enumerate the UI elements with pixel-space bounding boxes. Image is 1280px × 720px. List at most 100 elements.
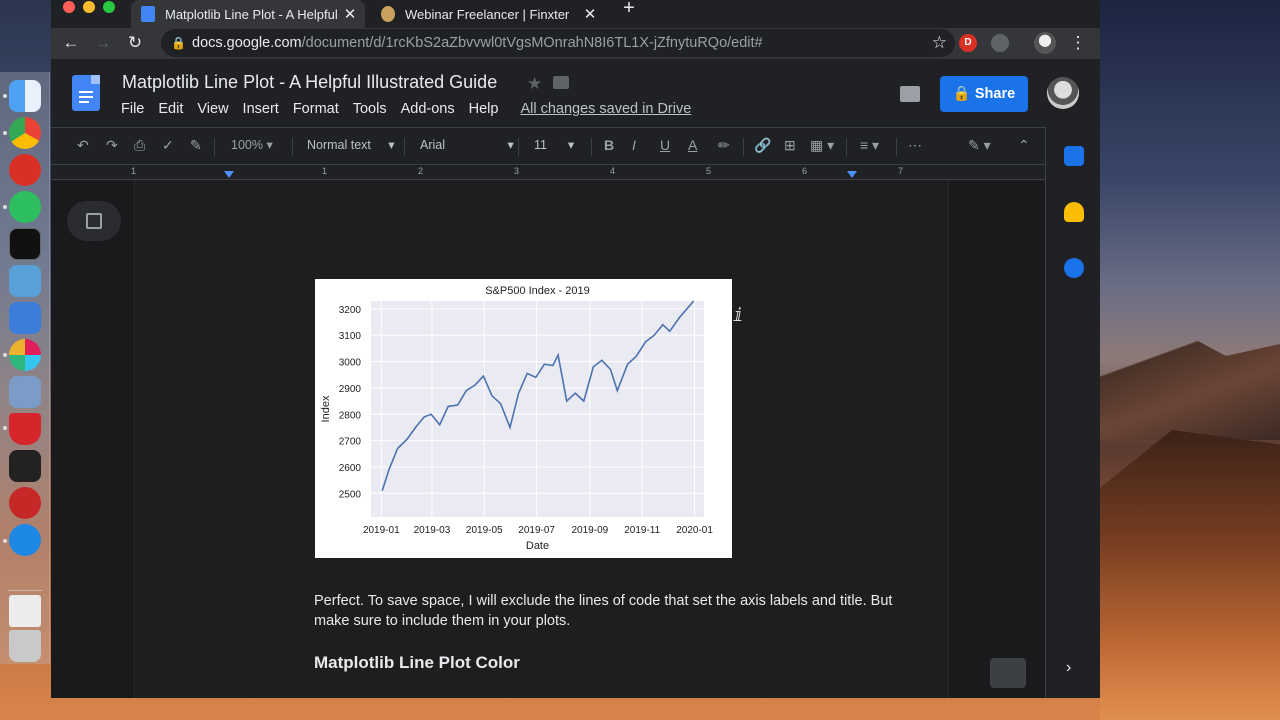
- browser-toolbar: ← → ↻ 🔒 docs.google.com/document/d/1rcKb…: [51, 28, 1100, 59]
- menu-edit[interactable]: Edit: [158, 101, 183, 117]
- quicktime-icon[interactable]: [9, 524, 41, 556]
- image-capture-icon[interactable]: [9, 376, 41, 408]
- dock-running-indicator: [3, 539, 7, 543]
- spider-app-icon[interactable]: [9, 487, 41, 519]
- document-title[interactable]: Matplotlib Line Plot - A Helpful Illustr…: [122, 72, 497, 93]
- italic-icon[interactable]: I: [632, 137, 636, 153]
- address-bar[interactable]: 🔒 docs.google.com/document/d/1rcKbS2aZbv…: [161, 29, 955, 57]
- comment-history-icon[interactable]: [900, 86, 920, 102]
- tab-matplotlib[interactable]: Matplotlib Line Plot - A Helpful I ✕: [131, 0, 365, 28]
- editing-mode-icon[interactable]: ✎ ▾: [968, 137, 991, 154]
- insert-image-icon[interactable]: ▦ ▾: [810, 137, 834, 154]
- menu-help[interactable]: Help: [469, 101, 499, 117]
- explore-button[interactable]: [990, 658, 1026, 688]
- print-icon[interactable]: ⎙: [134, 137, 145, 154]
- minimize-window-button[interactable]: [83, 1, 95, 13]
- document-icon[interactable]: [9, 595, 41, 627]
- bold-icon[interactable]: B: [604, 137, 614, 153]
- keep-icon[interactable]: [1064, 202, 1084, 222]
- kindle-icon[interactable]: [9, 450, 41, 482]
- extension-badge[interactable]: D: [959, 34, 977, 52]
- maximize-window-button[interactable]: [103, 1, 115, 13]
- tab-bar: Matplotlib Line Plot - A Helpful I ✕ Web…: [51, 0, 1100, 28]
- chrome-icon[interactable]: [9, 117, 41, 149]
- tab-title: Webinar Freelancer | Finxter: [405, 6, 570, 22]
- save-status-link[interactable]: All changes saved in Drive: [520, 101, 691, 117]
- toolbar-divider: [896, 138, 897, 156]
- tab-finxter[interactable]: Webinar Freelancer | Finxter ✕: [371, 0, 605, 28]
- incognito-extension-icon[interactable]: [991, 34, 1009, 52]
- document-outline-button[interactable]: [67, 201, 121, 241]
- add-comment-icon[interactable]: ⊞: [784, 137, 796, 154]
- align-icon[interactable]: ≡ ▾: [860, 137, 879, 154]
- chrome-menu-icon[interactable]: ⋮: [1066, 32, 1090, 56]
- menu-tools[interactable]: Tools: [353, 101, 387, 117]
- calendar-icon[interactable]: [1064, 146, 1084, 166]
- forward-button[interactable]: →: [91, 32, 115, 56]
- right-indent-marker[interactable]: [847, 171, 857, 178]
- undo-icon[interactable]: ↶: [77, 137, 89, 154]
- menu-file[interactable]: File: [121, 101, 144, 117]
- x-tick-label: 2019-11: [624, 525, 660, 536]
- mail-icon[interactable]: [9, 302, 41, 334]
- share-button[interactable]: 🔒 Share: [940, 76, 1028, 112]
- back-button[interactable]: ←: [59, 32, 83, 56]
- terminal-icon[interactable]: [9, 228, 41, 260]
- reload-button[interactable]: ↻: [123, 32, 147, 56]
- star-icon[interactable]: ★: [527, 74, 542, 94]
- menu-add-ons[interactable]: Add-ons: [401, 101, 455, 117]
- bookmark-star-icon[interactable]: ☆: [932, 29, 947, 57]
- menu-format[interactable]: Format: [293, 101, 339, 117]
- section-heading: Matplotlib Line Plot Color: [314, 653, 520, 672]
- google-docs-logo-icon[interactable]: [72, 75, 100, 111]
- ruler-number: 7: [898, 166, 904, 176]
- toolbar-divider: [214, 138, 215, 156]
- close-window-button[interactable]: [63, 1, 75, 13]
- x-tick-label: 2020-01: [676, 525, 713, 536]
- preview-icon[interactable]: [9, 265, 41, 297]
- tasks-icon[interactable]: [1064, 258, 1084, 278]
- evernote-icon[interactable]: [9, 191, 41, 223]
- more-options-icon[interactable]: ⋯: [908, 137, 922, 154]
- menu-view[interactable]: View: [197, 101, 228, 117]
- font-select[interactable]: Arial ▾: [420, 137, 514, 152]
- collapse-toolbar-icon[interactable]: ⌃: [1018, 137, 1030, 154]
- highlight-color-icon[interactable]: ✏: [718, 137, 730, 154]
- close-tab-icon[interactable]: ✕: [341, 5, 359, 23]
- tab-title: Matplotlib Line Plot - A Helpful I: [165, 6, 341, 22]
- account-avatar[interactable]: [1047, 77, 1079, 109]
- text-color-icon[interactable]: A: [688, 137, 697, 153]
- paint-format-icon[interactable]: ✎: [190, 137, 202, 154]
- finder-icon[interactable]: [9, 80, 41, 112]
- url-text: docs.google.com/document/d/1rcKbS2aZbvvw…: [192, 35, 763, 51]
- redo-icon[interactable]: ↷: [106, 137, 118, 154]
- trash-icon[interactable]: [9, 630, 41, 662]
- spellcheck-icon[interactable]: ✓: [162, 137, 174, 154]
- move-folder-icon[interactable]: [553, 76, 569, 89]
- expand-panel-icon[interactable]: ›: [1066, 659, 1071, 677]
- toolbar-divider: [404, 138, 405, 156]
- y-tick-label: 2800: [339, 410, 362, 421]
- paragraph-style-select[interactable]: Normal text ▾: [307, 137, 395, 152]
- slack-icon[interactable]: [9, 339, 41, 371]
- insert-link-icon[interactable]: 🔗: [754, 137, 771, 154]
- left-indent-marker[interactable]: [224, 171, 234, 178]
- x-tick-label: 2019-01: [363, 525, 400, 536]
- x-tick-label: 2019-05: [466, 525, 503, 536]
- expressvpn-icon[interactable]: [9, 154, 41, 186]
- y-tick-label: 2700: [339, 437, 362, 448]
- new-tab-button[interactable]: +: [618, 0, 640, 22]
- close-tab-icon[interactable]: ✕: [581, 5, 599, 23]
- underline-icon[interactable]: U: [660, 137, 670, 153]
- google-docs-favicon-icon: [141, 6, 155, 22]
- dock: [0, 72, 50, 664]
- x-tick-label: 2019-03: [414, 525, 451, 536]
- chart-image[interactable]: 2500 2600 2700 2800 2900 3000 3100 3200 2019-01 2…: [315, 279, 732, 558]
- browser-window: Matplotlib Line Plot - A Helpful I ✕ Web…: [51, 0, 1100, 698]
- ruler-number: 6: [802, 166, 808, 176]
- font-size-select[interactable]: 11 ▾: [534, 137, 574, 152]
- profile-avatar[interactable]: [1034, 32, 1056, 54]
- zoom-select[interactable]: 100% ▾: [231, 137, 273, 152]
- antivirus-icon[interactable]: [9, 413, 41, 445]
- menu-insert[interactable]: Insert: [243, 101, 279, 117]
